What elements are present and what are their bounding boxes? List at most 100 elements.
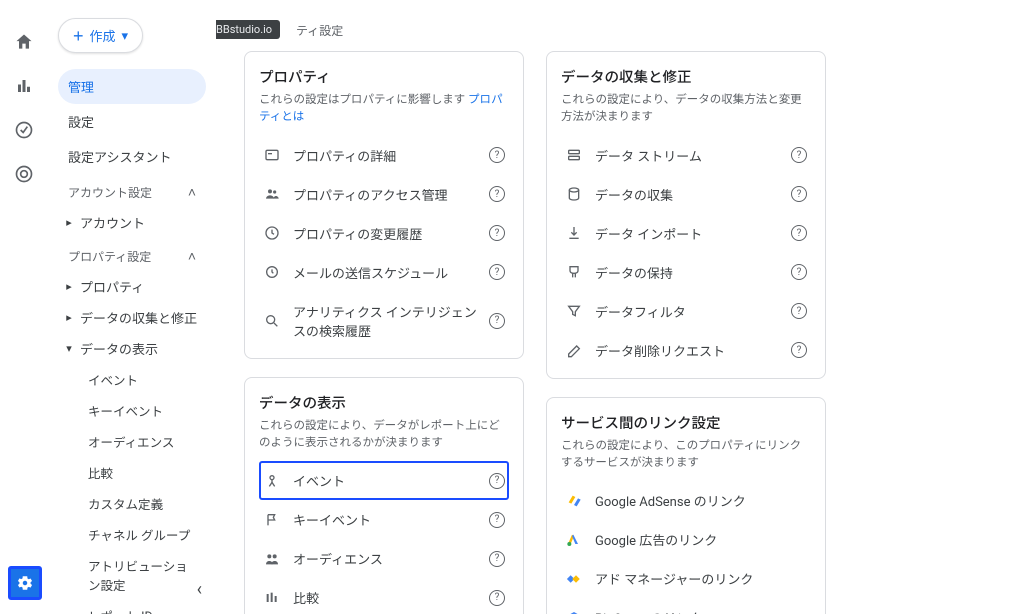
sidebar-sub-audiences[interactable]: オーディエンス [58, 426, 206, 457]
row-keyevents[interactable]: キーイベント? [259, 500, 509, 539]
bigquery-icon [565, 609, 583, 614]
help-icon[interactable]: ? [791, 225, 807, 241]
schedule-icon [263, 263, 281, 281]
advertising-icon[interactable] [12, 162, 36, 186]
card-title: サービス間のリンク設定 [561, 412, 811, 433]
sidebar-item-account[interactable]: ▸アカウント [58, 207, 206, 238]
explore-icon[interactable] [12, 118, 36, 142]
breadcrumb: ティ設定 [244, 22, 1004, 39]
row-property-history[interactable]: プロパティの変更履歴? [259, 214, 509, 253]
sidebar-sub-events[interactable]: イベント [58, 364, 206, 395]
flag-icon [263, 511, 281, 529]
sidebar-item-assistant[interactable]: 設定アシスタント [58, 139, 206, 174]
card-desc: これらの設定により、データがレポート上にどのように表示されるかが決まります [259, 417, 509, 452]
sidebar-item-settings[interactable]: 設定 [58, 104, 206, 139]
help-icon[interactable]: ? [489, 512, 505, 528]
sidebar: + 作成 ▾ 管理 設定 設定アシスタント アカウント設定˄ ▸アカウント プロ… [48, 0, 216, 614]
help-icon[interactable]: ? [791, 342, 807, 358]
sidebar-item-data-display[interactable]: ▾データの表示 [58, 333, 206, 364]
sidebar-item-data-collect[interactable]: ▸データの収集と修正 [58, 302, 206, 333]
help-icon[interactable]: ? [489, 264, 505, 280]
card-desc: これらの設定により、このプロパティにリンクするサービスが決まります [561, 437, 811, 472]
delete-icon [565, 341, 583, 359]
plus-icon: + [73, 27, 84, 45]
row-adsense[interactable]: Google AdSense のリンク [561, 481, 811, 520]
help-icon[interactable]: ? [489, 225, 505, 241]
help-icon[interactable]: ? [489, 186, 505, 202]
tooltip: BBstudio.io [216, 20, 280, 39]
event-icon [263, 472, 281, 490]
help-icon[interactable]: ? [489, 551, 505, 567]
card-title: プロパティ [259, 66, 509, 87]
card-title: データの表示 [259, 392, 509, 413]
stream-icon [565, 146, 583, 164]
section-property[interactable]: プロパティ設定˄ [58, 238, 206, 271]
help-icon[interactable]: ? [791, 264, 807, 280]
sidebar-primary: 管理 設定 設定アシスタント [58, 69, 206, 174]
ads-icon [565, 531, 583, 549]
adsense-icon [565, 492, 583, 510]
row-admanager[interactable]: アド マネージャーのリンク [561, 559, 811, 598]
audience-icon [263, 550, 281, 568]
details-icon [263, 146, 281, 164]
row-dataimport[interactable]: データ インポート? [561, 214, 811, 253]
search-history-icon [263, 312, 281, 330]
sidebar-sub-channel[interactable]: チャネル グループ [58, 519, 206, 550]
card-property: プロパティ これらの設定はプロパティに影響します プロパティとは プロパティの詳… [244, 51, 524, 359]
reports-icon[interactable] [12, 74, 36, 98]
row-bigquery[interactable]: BigQuery のリンク [561, 598, 811, 614]
admanager-icon [565, 570, 583, 588]
sidebar-sub-attribution[interactable]: アトリビューション設定 [58, 550, 206, 600]
row-search-history[interactable]: アナリティクス インテリジェンスの検索履歴? [259, 292, 509, 350]
database-icon [565, 185, 583, 203]
row-events[interactable]: イベント? [259, 461, 509, 500]
row-email-schedule[interactable]: メールの送信スケジュール? [259, 253, 509, 292]
content: BBstudio.io ティ設定 プロパティ これらの設定はプロパティに影響しま… [216, 0, 1024, 614]
row-retention[interactable]: データの保持? [561, 253, 811, 292]
row-datacollect[interactable]: データの収集? [561, 175, 811, 214]
help-icon[interactable]: ? [791, 186, 807, 202]
left-rail [0, 0, 48, 614]
admin-icon[interactable] [8, 566, 42, 600]
help-icon[interactable]: ? [489, 147, 505, 163]
import-icon [565, 224, 583, 242]
row-property-details[interactable]: プロパティの詳細? [259, 136, 509, 175]
row-filter[interactable]: データフィルタ? [561, 292, 811, 331]
card-collect: データの収集と修正 これらの設定により、データの収集方法と変更方法が決まります … [546, 51, 826, 379]
card-display: データの表示 これらの設定により、データがレポート上にどのように表示されるかが決… [244, 377, 524, 614]
row-audiences[interactable]: オーディエンス? [259, 539, 509, 578]
sidebar-sub-custom[interactable]: カスタム定義 [58, 488, 206, 519]
row-delete[interactable]: データ削除リクエスト? [561, 331, 811, 370]
row-ads[interactable]: Google 広告のリンク [561, 520, 811, 559]
card-desc: これらの設定により、データの収集方法と変更方法が決まります [561, 91, 811, 126]
help-icon[interactable]: ? [489, 590, 505, 606]
card-links: サービス間のリンク設定 これらの設定により、このプロパティにリンクするサービスが… [546, 397, 826, 614]
collapse-icon[interactable]: ‹ [197, 579, 202, 600]
row-datastream[interactable]: データ ストリーム? [561, 136, 811, 175]
help-icon[interactable]: ? [489, 313, 505, 329]
create-button-label: 作成 [90, 26, 116, 45]
home-icon[interactable] [12, 30, 36, 54]
card-desc: これらの設定はプロパティに影響します プロパティとは [259, 91, 509, 126]
sidebar-sub-keyevents[interactable]: キーイベント [58, 395, 206, 426]
sidebar-sub-reportid[interactable]: レポート ID [58, 600, 206, 614]
help-icon[interactable]: ? [489, 473, 505, 489]
row-property-access[interactable]: プロパティのアクセス管理? [259, 175, 509, 214]
sidebar-item-property[interactable]: ▸プロパティ [58, 271, 206, 302]
retention-icon [565, 263, 583, 281]
sidebar-sub-compare[interactable]: 比較 [58, 457, 206, 488]
chevron-up-icon: ˄ [188, 184, 196, 201]
chevron-down-icon: ▾ [122, 28, 129, 44]
create-button[interactable]: + 作成 ▾ [58, 18, 143, 53]
sidebar-item-admin[interactable]: 管理 [58, 69, 206, 104]
people-icon [263, 185, 281, 203]
chevron-up-icon: ˄ [188, 248, 196, 265]
data-display-children: イベント キーイベント オーディエンス 比較 カスタム定義 チャネル グループ … [58, 364, 206, 614]
filter-icon [565, 302, 583, 320]
row-compare[interactable]: 比較? [259, 578, 509, 614]
help-icon[interactable]: ? [791, 303, 807, 319]
section-account[interactable]: アカウント設定˄ [58, 174, 206, 207]
card-title: データの収集と修正 [561, 66, 811, 87]
compare-icon [263, 589, 281, 607]
help-icon[interactable]: ? [791, 147, 807, 163]
